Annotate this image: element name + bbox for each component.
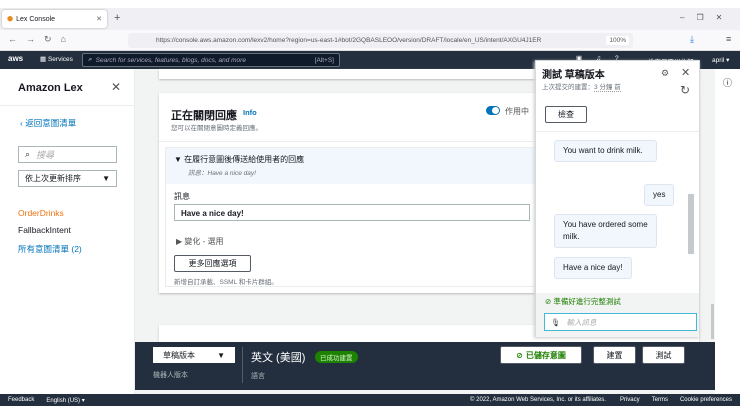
privacy-link[interactable]: Privacy — [620, 397, 640, 403]
microphone-icon[interactable]: 🎙 — [551, 318, 561, 327]
expand-section-toggle[interactable]: ▼ 在履行意圖後傳送給使用者的回應 — [174, 154, 304, 165]
variations-toggle[interactable]: ▶ 變化 - 選用 — [176, 236, 223, 247]
message-input[interactable]: Have a nice day! — [174, 204, 530, 221]
chat-scrollbar[interactable] — [688, 194, 694, 254]
test-label: 測試 — [655, 350, 672, 360]
sidebar: Amazon Lex ✕ ‹ 返回意圖清單 ⌕ 搜尋 依上次更新排序 ▼ Order… — [0, 69, 135, 394]
tab-title: Lex Console — [16, 15, 56, 23]
bot-message: You have ordered some milk. — [554, 214, 657, 248]
search-placeholder: 搜尋 — [36, 150, 55, 160]
footer: Feedback English (US) ▾ © 2022, Amazon W… — [0, 394, 740, 406]
cookie-preferences-link[interactable]: Cookie preferences — [680, 397, 732, 403]
chat-footer: ⊘ 準備好進行完整測試 🎙 輸入訊息 — [536, 293, 699, 337]
chevron-down-icon: ▼ — [217, 350, 225, 360]
intent-fallback[interactable]: FallbackIntent — [18, 225, 71, 235]
language-value: 英文 (美國) — [251, 352, 306, 364]
browser-tab-bar: ⬢ Lex Console ✕ + –❐✕ — [0, 8, 740, 30]
language-selector[interactable]: English (US) ▾ — [46, 397, 84, 404]
search-icon: ⌕ — [25, 149, 31, 159]
message-value: Have a nice day! — [181, 209, 244, 218]
download-icon[interactable]: ⤓ — [690, 34, 694, 45]
window-controls[interactable]: –❐✕ — [680, 13, 734, 22]
message-label: 訊息 — [174, 192, 190, 201]
version-value: 草稿版本 — [163, 350, 195, 360]
build-status-badge: 已成功建置 — [315, 351, 358, 363]
test-button[interactable]: 測試 — [642, 346, 685, 364]
url-field[interactable]: https://console.aws.amazon.com/lexv2/hom… — [128, 33, 633, 48]
more-button-label: 更多回應選項 — [188, 259, 237, 268]
bot-message: You want to drink milk. — [554, 140, 657, 162]
back-to-intents-link[interactable]: ‹ 返回意圖清單 — [20, 117, 76, 129]
bottom-bar: 草稿版本 ▼ 機器人版本 英文 (美國) 已成功建置 語言 ⊘ 已儲存意圖 建置 測… — [135, 342, 715, 390]
close-tab-icon[interactable]: ✕ — [96, 15, 102, 23]
toggle-label: 作用中 — [505, 107, 529, 116]
ready-status: ⊘ 準備好進行完整測試 — [545, 297, 621, 306]
variations-label: 變化 - 選用 — [184, 237, 224, 246]
chevron-down-icon: ▼ — [102, 174, 110, 183]
all-intents-link[interactable]: 所有意圖清單 (2) — [18, 243, 82, 255]
input-placeholder: 輸入訊息 — [566, 317, 597, 327]
address-bar-row: ←→↻⌂ https://console.aws.amazon.com/lexv… — [0, 30, 740, 51]
url-text: https://console.aws.amazon.com/lexv2/hom… — [156, 37, 542, 44]
inspect-button[interactable]: 檢查 — [545, 106, 587, 123]
saved-label: 已儲存意圖 — [525, 350, 566, 360]
close-sidebar-icon[interactable]: ✕ — [111, 80, 121, 94]
user-menu[interactable]: april ▾ — [712, 56, 729, 64]
user-message: yes — [644, 184, 675, 206]
zoom-level[interactable]: 100% — [606, 36, 629, 45]
ready-status-label: 準備好進行完整測試 — [553, 297, 621, 306]
sort-select[interactable]: 依上次更新排序 ▼ — [18, 170, 117, 187]
search-shortcut: [Alt+S] — [314, 56, 334, 64]
browser-tab[interactable]: ⬢ Lex Console ✕ — [2, 10, 107, 28]
aws-search-input[interactable]: ⌕ Search for services, features, blogs, d… — [82, 53, 340, 67]
info-icon[interactable]: ⓘ — [723, 76, 732, 89]
check-circle-icon: ⊘ — [516, 350, 523, 360]
refresh-icon[interactable]: ↻ — [680, 83, 690, 97]
build-button[interactable]: 建置 — [593, 346, 636, 364]
last-build-label: 上次提交的建置： — [542, 84, 594, 91]
help-strip: ⓘ — [715, 69, 740, 394]
new-tab-icon[interactable]: + — [114, 12, 120, 24]
close-icon[interactable]: ✕ — [681, 66, 690, 79]
build-label: 建置 — [606, 350, 623, 360]
chat-message-input[interactable]: 🎙 輸入訊息 — [544, 313, 697, 331]
info-link[interactable]: Info — [243, 108, 257, 117]
bot-version-select[interactable]: 草稿版本 ▼ — [153, 347, 235, 363]
inspect-label: 檢查 — [558, 110, 574, 119]
services-button[interactable]: ▦ Services — [40, 55, 73, 63]
section-subtitle: 訊息：Have a nice day! — [188, 170, 256, 177]
menu-icon[interactable]: ≡ — [726, 34, 731, 44]
services-label: Services — [47, 56, 73, 63]
chat-transcript: You want to drink milk. yes You have ord… — [536, 131, 699, 294]
test-panel-title: 測試 草稿版本 — [542, 70, 605, 81]
feedback-link[interactable]: Feedback — [8, 397, 34, 403]
copyright: © 2022, Amazon Web Services, Inc. or its… — [470, 397, 606, 403]
intent-search-input[interactable]: ⌕ 搜尋 — [18, 146, 117, 163]
more-response-options-button[interactable]: 更多回應選項 — [174, 255, 251, 272]
aws-logo[interactable]: aws — [8, 54, 23, 63]
version-label: 機器人版本 — [153, 372, 188, 379]
main-scrollbar[interactable] — [711, 304, 714, 339]
language-label: 語言 — [251, 373, 265, 380]
more-hint: 新增自訂承載、SSML 和卡片群組。 — [174, 279, 278, 286]
back-label: 返回意圖清單 — [25, 118, 77, 128]
test-panel: 測試 草稿版本 上次提交的建置：3 分鐘 前 ⚙ ✕ ↻ 檢查 You want… — [535, 60, 700, 337]
search-icon: ⌕ — [88, 56, 92, 63]
closing-desc: 您可以在關閉意圖時定義回應。 — [171, 125, 262, 132]
last-build-time: 3 分鐘 前 — [594, 84, 621, 92]
closing-title: 正在關閉回應 — [171, 110, 237, 122]
terms-link[interactable]: Terms — [652, 397, 668, 403]
saved-intent-button[interactable]: ⊘ 已儲存意圖 — [500, 346, 582, 364]
sort-value: 依上次更新排序 — [25, 174, 81, 183]
settings-icon[interactable]: ⚙ — [661, 68, 669, 79]
active-toggle[interactable] — [486, 106, 500, 115]
nav-buttons-icon[interactable]: ←→↻⌂ — [8, 34, 75, 45]
search-placeholder: Search for services, features, blogs, do… — [95, 56, 246, 64]
section-title: 在履行意圖後傳送給使用者的回應 — [184, 155, 305, 164]
bot-message: Have a nice day! — [554, 257, 632, 279]
lex-favicon-icon: ⬢ — [7, 16, 14, 23]
sidebar-title: Amazon Lex — [18, 82, 83, 94]
intent-orderdrinks[interactable]: OrderDrinks — [18, 208, 64, 218]
last-build-text: 上次提交的建置：3 分鐘 前 — [542, 81, 621, 92]
